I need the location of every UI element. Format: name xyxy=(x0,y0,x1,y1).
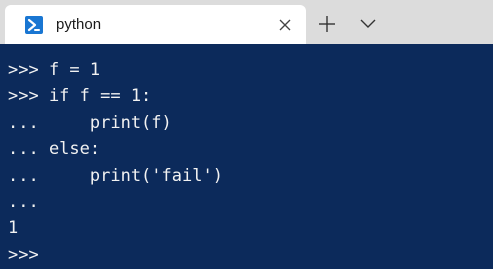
terminal-line: >>> if f == 1: xyxy=(8,86,152,107)
chevron-down-icon[interactable] xyxy=(359,17,377,31)
terminal-line: ... xyxy=(8,191,39,212)
powershell-icon xyxy=(25,16,43,34)
tab-title: python xyxy=(56,16,102,33)
tab-python[interactable]: python xyxy=(5,5,306,44)
terminal-line: >>> f = 1 xyxy=(8,60,101,80)
close-icon[interactable] xyxy=(277,17,293,33)
plus-icon[interactable] xyxy=(318,15,336,33)
terminal-line: 1 xyxy=(8,218,19,239)
terminal-line: ... print(f) xyxy=(8,112,172,133)
terminal-window: python >>> f = 1 >>> if f == 1: ... prin… xyxy=(0,0,493,269)
terminal-output[interactable]: >>> f = 1 >>> if f == 1: ... print(f) ..… xyxy=(0,44,493,269)
tab-bar: python xyxy=(0,0,493,44)
terminal-line: ... print('fail') xyxy=(8,165,223,186)
terminal-prompt: >>> xyxy=(8,244,39,265)
terminal-lines: >>> f = 1 >>> if f == 1: ... print(f) ..… xyxy=(8,57,223,268)
terminal-line: ... else: xyxy=(8,139,101,160)
